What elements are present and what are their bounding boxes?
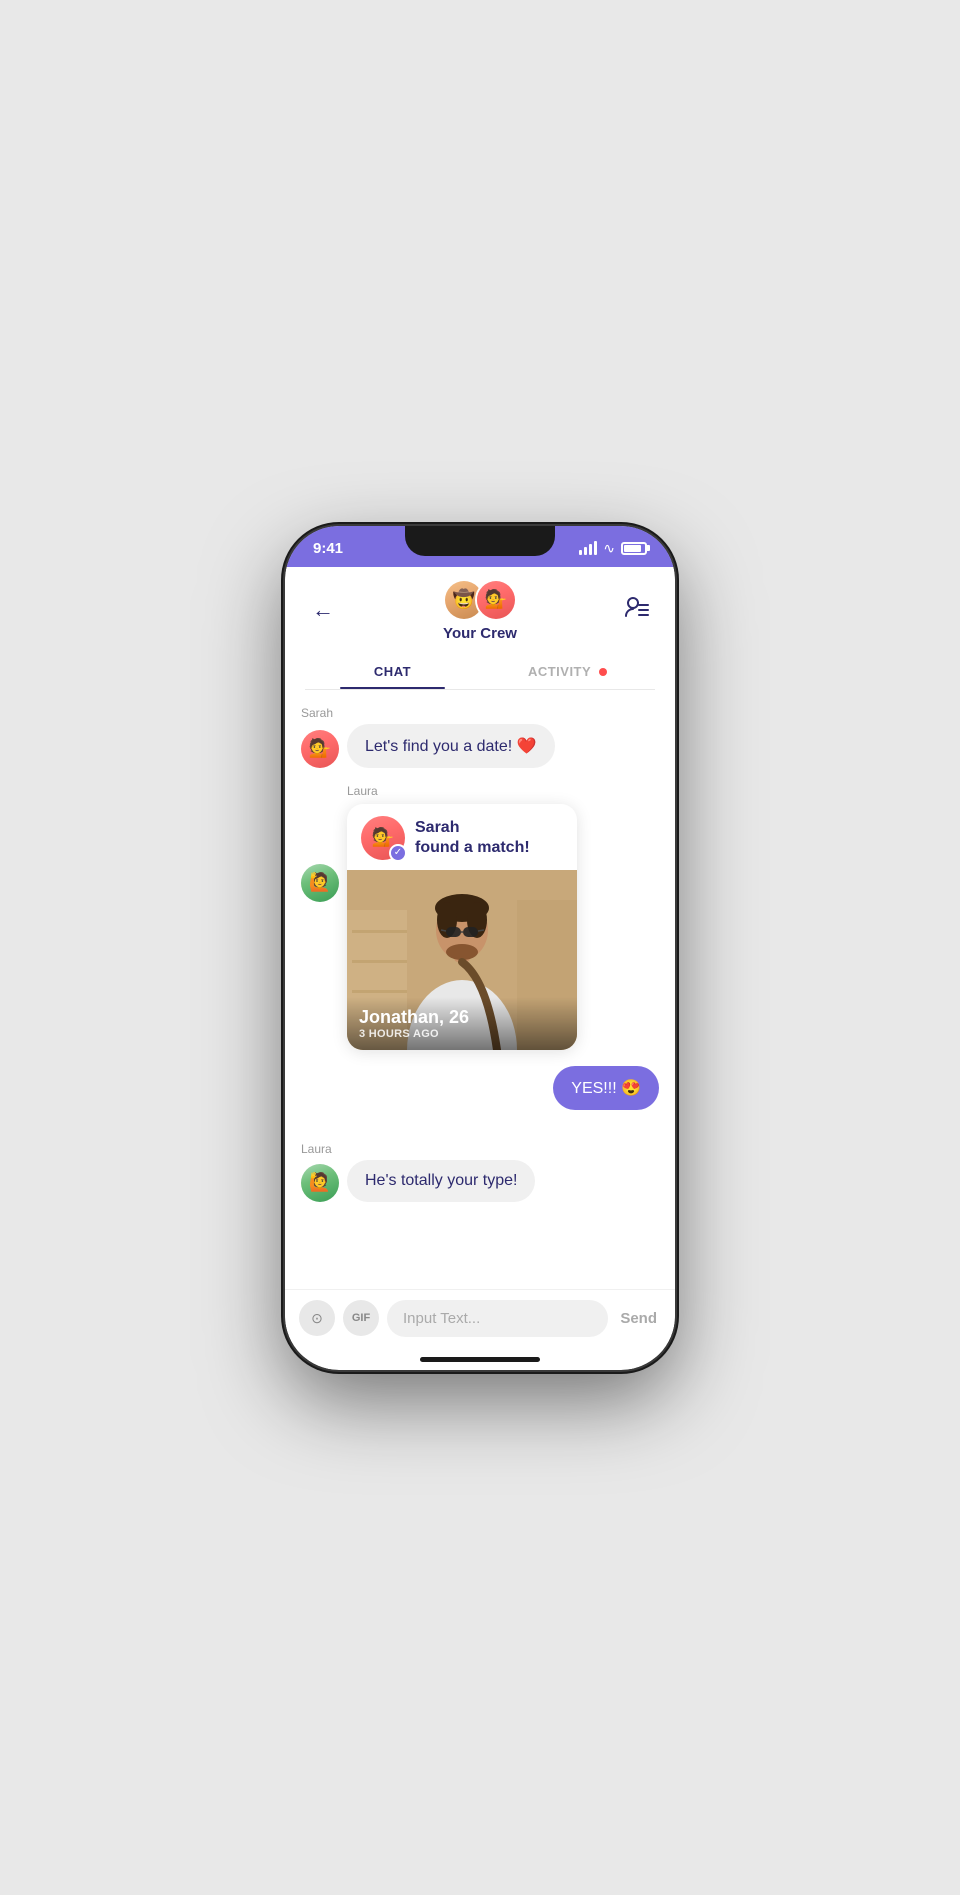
- input-placeholder: Input Text...: [403, 1310, 480, 1327]
- message-group-laura: Laura 🙋 He's totally your type!: [301, 1142, 659, 1202]
- sarah-message-bubble: Let's find you a date! ❤️: [347, 724, 555, 768]
- input-bar: ⊙ GIF Input Text... Send: [285, 1289, 675, 1357]
- laura-avatar-match: 🙋: [301, 864, 339, 902]
- sender-label-sarah: Sarah: [301, 706, 333, 720]
- message-row-laura: 🙋 He's totally your type!: [301, 1160, 535, 1202]
- match-card-header: 💁 ✓ Sarah found a match!: [347, 804, 577, 870]
- wifi-icon: ∿: [603, 540, 615, 557]
- message-row-sarah: 💁 Let's find you a date! ❤️: [301, 724, 555, 768]
- sarah-avatar-img: 💁: [301, 730, 339, 768]
- crew-avatars: 🤠 💁: [443, 579, 517, 621]
- laura-avatar-img2: 🙋: [301, 1164, 339, 1202]
- match-photo[interactable]: Jonathan, 26 3 HOURS AGO: [347, 870, 577, 1050]
- crew-title: Your Crew: [443, 625, 517, 642]
- battery-fill: [624, 545, 641, 552]
- laura-avatar-img: 🙋: [301, 864, 339, 902]
- camera-button[interactable]: ⊙: [299, 1300, 335, 1336]
- status-icons: ∿: [579, 540, 647, 557]
- chat-area[interactable]: Sarah 💁 Let's find you a date! ❤️ Laura …: [285, 690, 675, 1289]
- notch: [405, 526, 555, 556]
- match-row: 🙋 💁 ✓ Sarah found: [301, 804, 659, 1050]
- activity-badge: [599, 668, 607, 676]
- header-row: ← 🤠 💁 Your Crew: [305, 579, 655, 642]
- gif-button[interactable]: GIF: [343, 1300, 379, 1336]
- phone-frame: 9:41 ∿ ← 🤠: [285, 526, 675, 1370]
- tab-activity[interactable]: ACTIVITY: [480, 654, 655, 689]
- sarah-avatar: 💁: [301, 730, 339, 768]
- tabs: CHAT ACTIVITY: [305, 654, 655, 690]
- match-name: Jonathan, 26: [359, 1007, 565, 1028]
- outgoing-bubble: YES!!! 😍: [553, 1066, 659, 1110]
- back-arrow-icon: ←: [312, 597, 334, 623]
- crew-avatar-2: 💁: [475, 579, 517, 621]
- message-group-sarah: Sarah 💁 Let's find you a date! ❤️: [301, 706, 659, 768]
- match-card-wrapper: Laura 🙋 💁 ✓: [301, 784, 659, 1050]
- message-input[interactable]: Input Text...: [387, 1300, 608, 1337]
- match-card[interactable]: 💁 ✓ Sarah found a match!: [347, 804, 577, 1050]
- home-indicator: [420, 1357, 540, 1362]
- sender-label-laura: Laura: [301, 1142, 332, 1156]
- laura-avatar-msg: 🙋: [301, 1164, 339, 1202]
- header-center: 🤠 💁 Your Crew: [443, 579, 517, 642]
- match-card-title: Sarah found a match!: [415, 818, 530, 856]
- match-check-icon: ✓: [389, 844, 407, 862]
- match-photo-overlay: Jonathan, 26 3 HOURS AGO: [347, 997, 577, 1050]
- back-button[interactable]: ←: [305, 592, 341, 628]
- gif-label: GIF: [352, 1312, 370, 1324]
- header: ← 🤠 💁 Your Crew: [285, 567, 675, 690]
- phone-screen: 9:41 ∿ ← 🤠: [285, 526, 675, 1370]
- match-time: 3 HOURS AGO: [359, 1028, 565, 1040]
- tab-chat[interactable]: CHAT: [305, 654, 480, 689]
- manage-button[interactable]: [619, 592, 655, 628]
- match-avatar-wrap: 💁 ✓: [361, 816, 405, 860]
- manage-crew-icon: [625, 597, 649, 623]
- laura-message-bubble: He's totally your type!: [347, 1160, 535, 1202]
- signal-bars-icon: [579, 541, 597, 555]
- match-sender-label: Laura: [347, 784, 659, 798]
- send-button[interactable]: Send: [616, 1310, 661, 1327]
- battery-icon: [621, 542, 647, 555]
- status-time: 9:41: [313, 540, 343, 557]
- avatar-sarah: 💁: [477, 581, 515, 619]
- message-group-outgoing: YES!!! 😍: [301, 1066, 659, 1110]
- camera-icon: ⊙: [311, 1310, 323, 1327]
